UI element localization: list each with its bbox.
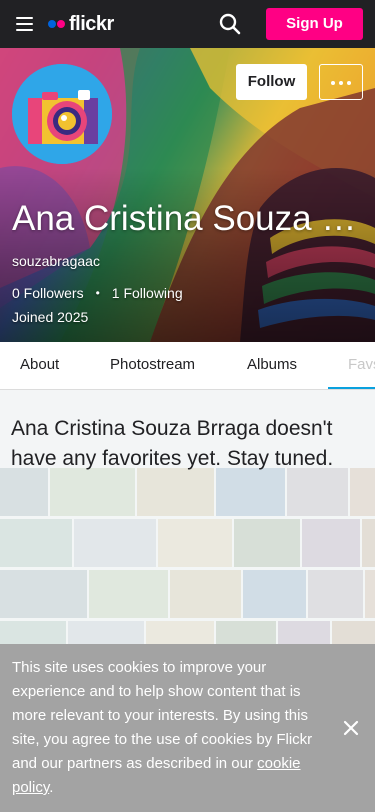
logo-text: flickr bbox=[69, 13, 114, 35]
tab-favs[interactable]: Favs bbox=[348, 342, 375, 389]
hamburger-menu-icon[interactable] bbox=[16, 17, 33, 31]
tab-albums[interactable]: Albums bbox=[247, 342, 297, 389]
tab-photostream[interactable]: Photostream bbox=[110, 342, 195, 389]
ellipsis-icon[interactable] bbox=[319, 64, 363, 100]
empty-favorites-message: Ana Cristina Souza Brraga doesn't have a… bbox=[11, 417, 334, 470]
stats-separator: • bbox=[95, 286, 100, 300]
tab-about[interactable]: About bbox=[20, 342, 59, 389]
top-nav: flickr Sign Up bbox=[0, 0, 375, 48]
sign-up-button[interactable]: Sign Up bbox=[266, 8, 363, 40]
follow-button[interactable]: Follow bbox=[236, 64, 307, 100]
profile-name: Ana Cristina Souza B... bbox=[12, 199, 364, 238]
cookie-banner: This site uses cookies to improve your e… bbox=[0, 644, 375, 812]
close-icon[interactable] bbox=[341, 718, 361, 738]
profile-stats: 0 Followers • 1 Following bbox=[12, 285, 183, 301]
logo-blue-dot bbox=[48, 20, 56, 28]
cookie-suffix: . bbox=[49, 779, 54, 796]
cookie-message: This site uses cookies to improve your e… bbox=[12, 656, 332, 800]
following-count[interactable]: 1 Following bbox=[112, 285, 183, 301]
joined-date: Joined 2025 bbox=[12, 309, 89, 325]
profile-username: souzabragaac bbox=[12, 253, 100, 269]
avatar[interactable] bbox=[12, 64, 112, 164]
logo-pink-dot bbox=[57, 20, 65, 28]
followers-count[interactable]: 0 Followers bbox=[12, 285, 84, 301]
search-icon[interactable] bbox=[218, 12, 242, 36]
camera-avatar-image bbox=[12, 64, 112, 164]
profile-tabs: About Photostream Albums Favs bbox=[0, 342, 375, 390]
profile-hero: Follow Ana Cristina Souza B... souzabrag… bbox=[0, 48, 375, 342]
flickr-logo[interactable]: flickr bbox=[48, 13, 114, 35]
